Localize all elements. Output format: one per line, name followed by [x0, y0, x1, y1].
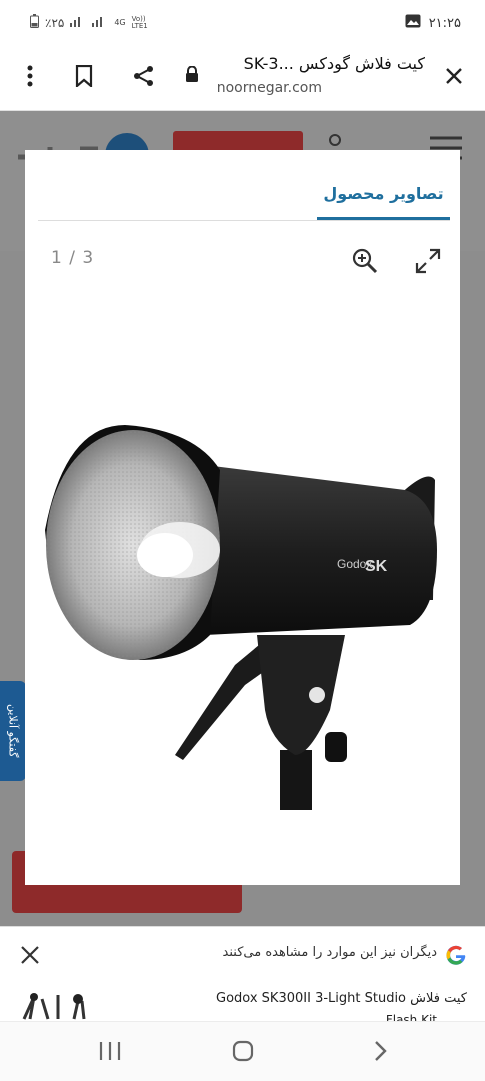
lock-icon: [185, 65, 199, 87]
volte-label: Vo)) LTE1: [131, 14, 148, 30]
battery-percent: ٪۲۵: [45, 15, 65, 30]
more-menu-icon[interactable]: [16, 62, 44, 90]
clock: ۲۱:۲۵: [428, 15, 461, 31]
google-suggestion-bar: دیگران نیز این موارد را مشاهده می‌کنند ک…: [0, 926, 485, 1027]
suggestion-title[interactable]: کیت فلاش Godox SK300II 3-Light Studio: [216, 991, 467, 1006]
signal-icon: [70, 15, 86, 30]
close-icon[interactable]: [18, 943, 42, 967]
fullscreen-icon[interactable]: [413, 246, 443, 276]
status-right: ۲۱:۲۵: [405, 14, 461, 32]
online-chat-tab[interactable]: گفتگو آنلاین: [0, 681, 26, 781]
back-icon[interactable]: [366, 1038, 396, 1064]
model-badge: SK: [365, 558, 388, 575]
gallery-icon: [405, 14, 421, 32]
recent-apps-icon[interactable]: [95, 1038, 125, 1064]
zoom-in-icon[interactable]: [350, 246, 380, 276]
network-label: 4G: [114, 17, 126, 27]
signal-icon-2: [92, 15, 108, 30]
image-counter: 1 / 3: [51, 248, 95, 268]
home-icon[interactable]: [228, 1038, 258, 1064]
suggestion-thumbnail[interactable]: [18, 989, 96, 1021]
product-images-modal: تصاویر محصول 1 / 3 Godox SK: [25, 150, 460, 930]
modal-tab-bar: تصاویر محصول: [38, 170, 450, 221]
tab-product-images[interactable]: تصاویر محصول: [317, 170, 450, 220]
status-left: ٪۲۵ 4G Vo)) LTE1: [30, 14, 154, 31]
bookmark-icon[interactable]: [70, 62, 98, 90]
battery-icon: [30, 14, 39, 31]
system-nav-bar: [0, 1021, 485, 1081]
page-title[interactable]: کیت فلاش گودکس ...SK-3: [244, 54, 425, 73]
close-tab-icon[interactable]: [440, 62, 468, 90]
share-icon[interactable]: [130, 62, 158, 90]
status-bar: ٪۲۵ 4G Vo)) LTE1 ۲۱:۲۵: [0, 0, 485, 44]
url-domain[interactable]: noornegar.com: [217, 80, 322, 96]
google-logo-icon: [445, 944, 467, 966]
product-image[interactable]: Godox SK: [25, 410, 460, 930]
browser-toolbar: کیت فلاش گودکس ...SK-3 noornegar.com: [0, 44, 485, 111]
suggestion-message: دیگران نیز این موارد را مشاهده می‌کنند: [222, 945, 437, 960]
